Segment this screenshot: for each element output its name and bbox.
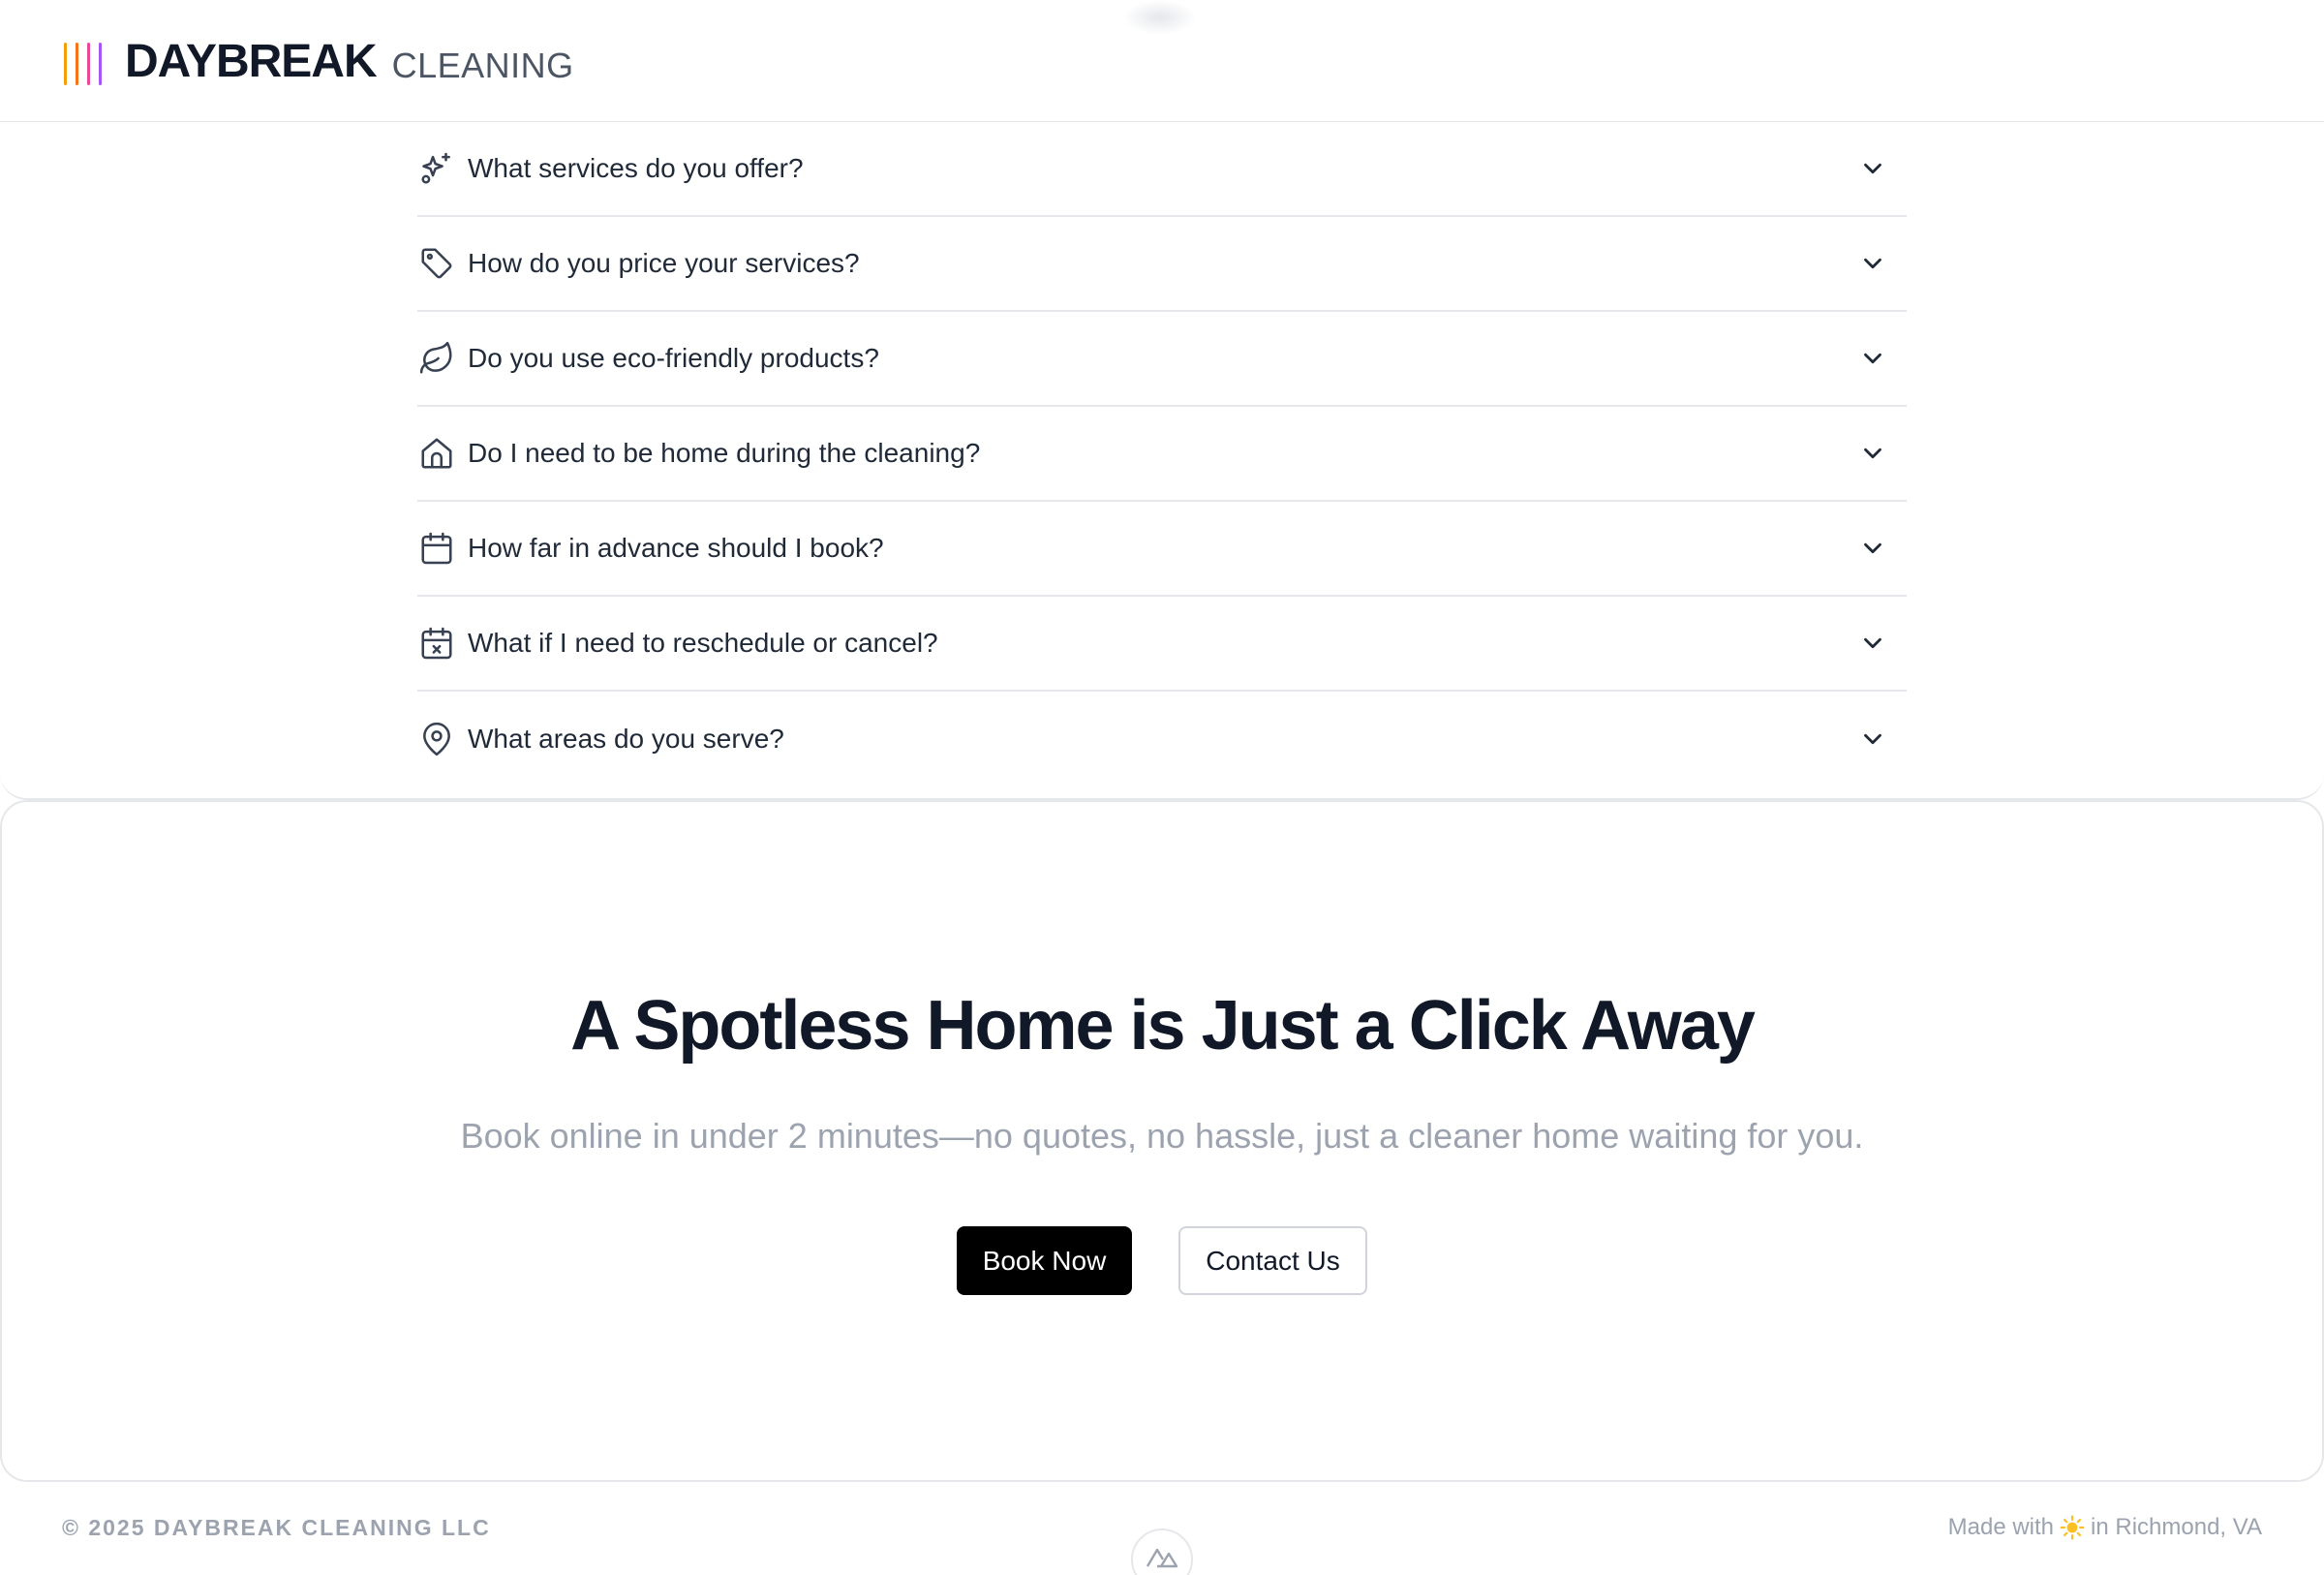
- faq-item-services[interactable]: What services do you offer?: [417, 122, 1907, 217]
- faq-question: How do you price your services?: [468, 248, 860, 278]
- faq-item-pricing[interactable]: How do you price your services?: [417, 217, 1907, 312]
- framework-badge[interactable]: [1131, 1529, 1193, 1575]
- top-decoration: [1123, 0, 1197, 35]
- calendar-icon: [417, 529, 456, 568]
- site-header: DAYBREAK CLEANING: [0, 0, 2324, 123]
- brand-name: DAYBREAK: [125, 36, 378, 87]
- faq-item-advance[interactable]: How far in advance should I book?: [417, 502, 1907, 597]
- faq-item-eco[interactable]: Do you use eco-friendly products?: [417, 312, 1907, 407]
- book-now-button[interactable]: Book Now: [957, 1226, 1132, 1295]
- made-with-text: Made with in Richmond, VA: [1948, 1514, 2262, 1541]
- tag-icon: [417, 244, 456, 283]
- faq-list: What services do you offer? How do you p…: [417, 122, 1907, 787]
- chevron-down-icon[interactable]: [1858, 725, 1887, 754]
- brand-subtitle: CLEANING: [391, 46, 574, 85]
- faq-question: Do you use eco-friendly products?: [468, 343, 879, 373]
- faq-item-reschedule[interactable]: What if I need to reschedule or cancel?: [417, 597, 1907, 692]
- contact-us-button[interactable]: Contact Us: [1178, 1226, 1367, 1295]
- leaf-icon: [417, 339, 456, 378]
- chevron-down-icon[interactable]: [1858, 344, 1887, 373]
- faq-question: How far in advance should I book?: [468, 533, 884, 563]
- faq-question: Do I need to be home during the cleaning…: [468, 438, 981, 468]
- nuxt-logo-icon: [1146, 1548, 1178, 1568]
- faq-item-home[interactable]: Do I need to be home during the cleaning…: [417, 407, 1907, 502]
- chevron-down-icon[interactable]: [1858, 249, 1887, 278]
- chevron-down-icon[interactable]: [1858, 629, 1887, 658]
- cta-title: A Spotless Home is Just a Click Away: [570, 987, 1756, 1065]
- made-with-suffix: in Richmond, VA: [2091, 1514, 2262, 1540]
- sun-icon: [2060, 1515, 2085, 1540]
- calendar-x-icon: [417, 624, 456, 663]
- copyright-text: © 2025 DAYBREAK CLEANING LLC: [62, 1515, 491, 1540]
- sparkles-icon: [417, 149, 456, 188]
- chevron-down-icon[interactable]: [1858, 439, 1887, 468]
- chevron-down-icon[interactable]: [1858, 534, 1887, 563]
- faq-item-areas[interactable]: What areas do you serve?: [417, 692, 1907, 787]
- page: DAYBREAK CLEANING What services do you o…: [0, 0, 2324, 1575]
- brand-logo-link[interactable]: DAYBREAK CLEANING: [64, 39, 574, 85]
- logo-bars-icon: [64, 43, 102, 85]
- chevron-down-icon[interactable]: [1858, 154, 1887, 183]
- faq-question: What areas do you serve?: [468, 724, 784, 754]
- faq-section: What services do you offer? How do you p…: [0, 122, 2324, 800]
- cta-subtitle: Book online in under 2 minutes—no quotes…: [460, 1116, 1864, 1156]
- map-pin-icon: [417, 720, 456, 758]
- home-icon: [417, 434, 456, 473]
- faq-question: What services do you offer?: [468, 153, 804, 183]
- made-with-prefix: Made with: [1947, 1514, 2055, 1540]
- faq-question: What if I need to reschedule or cancel?: [468, 628, 938, 658]
